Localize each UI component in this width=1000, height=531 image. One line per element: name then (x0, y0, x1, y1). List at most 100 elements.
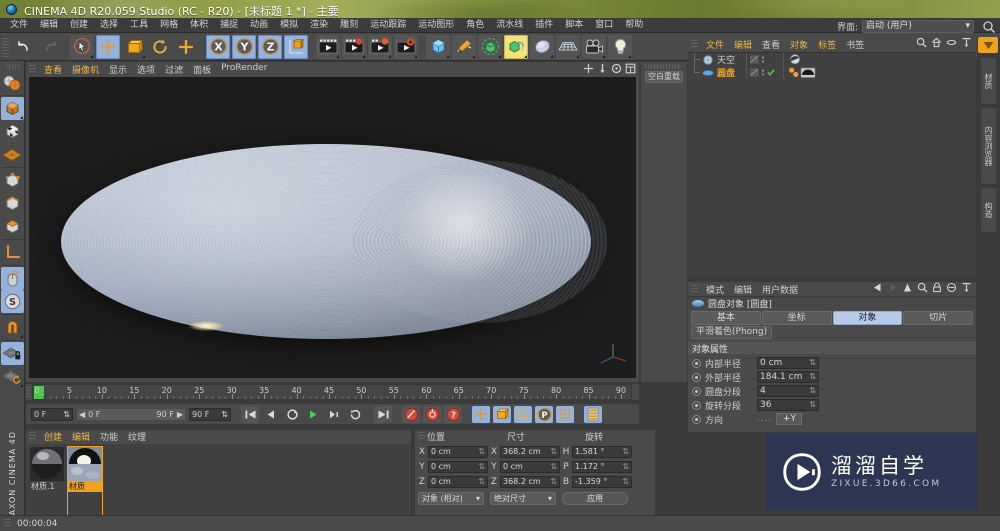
stepper-icon[interactable]: ⇅ (63, 409, 70, 420)
menu-item-10[interactable]: 渲染 (304, 18, 334, 32)
menu-item-15[interactable]: 流水线 (490, 18, 529, 32)
rotate-view-icon[interactable] (611, 63, 622, 77)
material-list[interactable]: 材质.1 材质 (26, 444, 411, 516)
record-scale-button[interactable] (493, 405, 511, 423)
add-camera-button[interactable] (582, 34, 606, 59)
size-field-x[interactable]: 368.2 cm ⇅ (500, 445, 560, 458)
status-bar-grip[interactable] (4, 519, 11, 528)
apply-button[interactable]: 应用 (562, 492, 628, 505)
object-tree[interactable]: 天空 圆盘 (688, 52, 976, 275)
move-button[interactable] (96, 34, 120, 59)
attribute-menu-1[interactable]: 编辑 (729, 283, 757, 296)
live-selection-button[interactable] (70, 34, 94, 59)
lock-z-button[interactable]: Z (258, 34, 282, 59)
sky-sphere-preview[interactable] (67, 446, 103, 482)
render-settings-button[interactable] (394, 34, 418, 59)
home-icon[interactable] (931, 37, 942, 51)
blank-reload-button[interactable]: 空白重载 (645, 71, 683, 83)
rotation-field-b[interactable]: -1.359 ° ⇅ (572, 475, 632, 488)
menu-item-7[interactable]: 捕捉 (214, 18, 244, 32)
material-manager-grip[interactable] (29, 432, 36, 441)
menu-item-3[interactable]: 选择 (94, 18, 124, 32)
lock-x-button[interactable]: X (206, 34, 230, 59)
global-search-icon[interactable] (982, 20, 996, 37)
polygons-mode-button[interactable] (1, 215, 24, 238)
preview-end-field[interactable]: 90 F ⇅ (189, 407, 231, 421)
menu-item-18[interactable]: 窗口 (589, 18, 619, 32)
viewport-menu-grip[interactable] (29, 64, 36, 74)
animate-bullet-icon[interactable] (692, 386, 701, 396)
autokey-button[interactable] (423, 405, 441, 423)
expand-icon[interactable] (961, 37, 972, 51)
record-keyframe-button[interactable] (402, 405, 420, 423)
undo-button[interactable] (12, 35, 36, 59)
attribute-tab-1[interactable]: 坐标 (761, 311, 832, 325)
add-spline-button[interactable] (452, 34, 476, 59)
stepper-icon[interactable]: ⇅ (478, 477, 485, 487)
object-row-0[interactable]: 天空 (688, 53, 976, 66)
size-field-z[interactable]: 368.2 cm ⇅ (500, 475, 560, 488)
interface-dropdown[interactable]: 启动 (用户) ▾ (862, 20, 974, 33)
viewport-menu-4[interactable]: 过滤 (160, 63, 188, 76)
menu-item-0[interactable]: 文件 (4, 18, 34, 32)
mid-panel-grip[interactable] (645, 64, 679, 69)
stepper-icon[interactable]: ⇅ (809, 358, 816, 368)
object-row-1[interactable]: 圆盘 (688, 66, 976, 79)
rotation-field-p[interactable]: 1.172 ° ⇅ (572, 460, 632, 473)
material-menu-0[interactable]: 创建 (39, 430, 67, 443)
layout-view-icon[interactable] (625, 63, 636, 77)
search-icon[interactable] (916, 37, 927, 51)
stepper-icon[interactable]: ⇅ (478, 447, 485, 457)
stepper-icon[interactable]: ⇅ (550, 462, 557, 472)
menu-item-11[interactable]: 雕刻 (334, 18, 364, 32)
pan-view-icon[interactable] (583, 63, 594, 77)
lock-y-button[interactable]: Y (232, 34, 256, 59)
search-icon[interactable] (917, 282, 928, 296)
stepper-icon[interactable]: ⇅ (550, 477, 557, 487)
dark-sphere-preview[interactable] (30, 447, 64, 481)
stepper-icon[interactable]: ⇅ (622, 462, 629, 472)
timeline-grip[interactable] (26, 387, 31, 397)
coordinate-mode-dropdown[interactable]: 对象 (相对) ▾ (418, 492, 484, 505)
step-back-button[interactable] (283, 405, 301, 423)
menu-item-14[interactable]: 角色 (460, 18, 490, 32)
viewport-menu-2[interactable]: 显示 (104, 63, 132, 76)
material-item-1[interactable]: 材质 (67, 446, 103, 516)
axis-mode-button[interactable] (1, 241, 24, 264)
attribute-manager-grip[interactable] (691, 284, 698, 294)
keyframe-selection-button[interactable]: ? (444, 405, 462, 423)
menu-item-4[interactable]: 工具 (124, 18, 154, 32)
model-mode-button[interactable] (0, 97, 24, 120)
property-field[interactable]: 0 cm ⇅ (757, 357, 819, 369)
right-tab-active-indicator[interactable] (978, 37, 998, 53)
material-menu-1[interactable]: 编辑 (67, 430, 95, 443)
animate-bullet-icon[interactable] (692, 372, 701, 382)
interface-selector[interactable]: 界面: 启动 (用户) ▾ (837, 20, 974, 33)
right-tab-structure[interactable]: 构造 (980, 187, 997, 233)
right-tab-materials[interactable]: 材质 (980, 57, 997, 105)
right-tab-content-browser[interactable]: 内容浏览器 (980, 107, 997, 185)
animate-bullet-icon[interactable] (692, 400, 701, 410)
link-icon[interactable] (946, 37, 957, 51)
viewport-menu-3[interactable]: 选项 (132, 63, 160, 76)
stepper-icon[interactable]: ⇅ (809, 386, 816, 396)
play-button[interactable] (304, 405, 322, 423)
make-editable-button[interactable] (1, 71, 24, 94)
snap-button[interactable] (1, 316, 24, 339)
material-tag[interactable] (788, 67, 824, 78)
position-field-x[interactable]: 0 cm ⇅ (428, 445, 488, 458)
go-to-start-button[interactable] (241, 405, 259, 423)
stepper-icon[interactable]: ⇅ (809, 372, 816, 382)
current-frame-field[interactable]: 0 F ⇅ (31, 407, 73, 421)
rotate-button[interactable] (148, 35, 172, 59)
play-reverse-button[interactable] (262, 405, 280, 423)
menu-item-8[interactable]: 动画 (244, 18, 274, 32)
menu-item-1[interactable]: 编辑 (34, 18, 64, 32)
property-dropdown[interactable]: +Y (776, 413, 803, 425)
viewport-menu-5[interactable]: 面板 (188, 63, 216, 76)
menu-item-5[interactable]: 网格 (154, 18, 184, 32)
forward-arrow-icon[interactable] (889, 282, 898, 296)
go-to-end-button[interactable] (374, 405, 392, 423)
world-coordinates-button[interactable] (284, 34, 308, 59)
toolbar-grip[interactable] (2, 35, 9, 58)
